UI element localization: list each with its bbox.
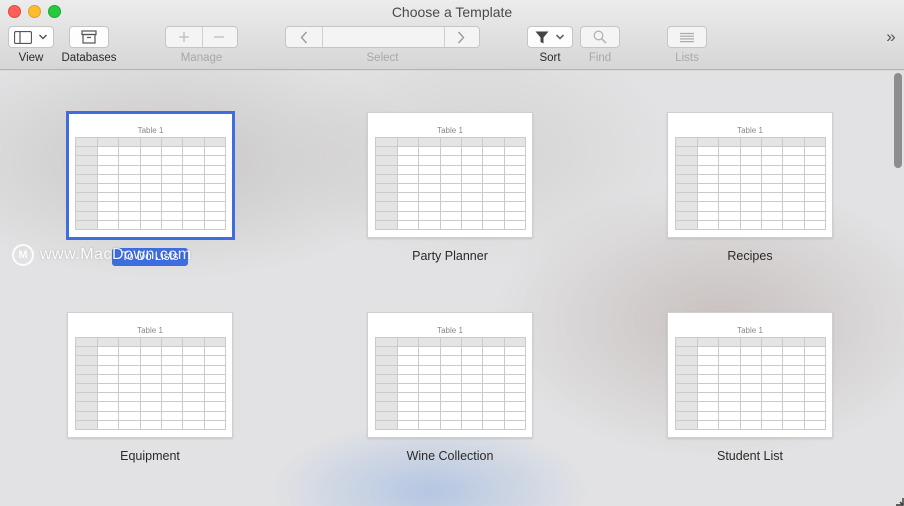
- list-icon: [680, 32, 694, 42]
- segment-divider: [444, 27, 445, 47]
- template-thumbnail[interactable]: Table 1: [67, 312, 233, 438]
- template-recipes[interactable]: Table 1 Recipes: [667, 112, 833, 263]
- add-button[interactable]: [166, 31, 202, 43]
- thumbnail-table-title: Table 1: [737, 126, 763, 135]
- thumbnail-table-grid: [675, 136, 827, 230]
- select-label: Select: [366, 52, 399, 64]
- chevron-left-icon: [300, 31, 307, 43]
- archive-box-icon: [81, 30, 97, 44]
- thumbnail-table-title: Table 1: [137, 326, 163, 335]
- databases-label: Databases: [61, 52, 117, 64]
- template-thumbnail[interactable]: Table 1: [367, 312, 533, 438]
- thumbnail-table-grid: [75, 136, 227, 230]
- thumbnail-table-title: Table 1: [137, 126, 164, 135]
- template-thumbnail[interactable]: Table 1: [667, 312, 833, 438]
- template-gallery: Table 1 To Do Lists Table 1 Party Planne…: [0, 71, 904, 506]
- view-label: View: [18, 52, 44, 64]
- title-bar: Choose a Template View Databases Manage …: [0, 0, 904, 70]
- view-button[interactable]: [8, 26, 54, 48]
- template-wine-collection[interactable]: Table 1 Wine Collection: [367, 312, 533, 463]
- vertical-scrollbar[interactable]: [894, 73, 902, 168]
- template-name-label: Wine Collection: [406, 449, 494, 463]
- sidebar-icon: [14, 30, 32, 44]
- minus-icon: [214, 36, 225, 38]
- thumbnail-table-title: Table 1: [437, 326, 463, 335]
- plus-icon: [178, 32, 189, 42]
- thumbnail-table-grid: [375, 136, 527, 230]
- window-title: Choose a Template: [391, 4, 513, 20]
- segment-divider: [202, 27, 203, 47]
- chevron-right-icon: [458, 31, 465, 43]
- find-button[interactable]: [580, 26, 620, 48]
- lists-label: Lists: [675, 52, 699, 64]
- template-name-label: Student List: [716, 449, 783, 463]
- template-thumbnail[interactable]: Table 1: [667, 112, 833, 238]
- watermark: M www.MacDown.com: [12, 244, 192, 266]
- template-thumbnail[interactable]: Table 1: [367, 112, 533, 238]
- next-button[interactable]: [443, 31, 479, 44]
- lists-button[interactable]: [667, 26, 707, 48]
- sort-label: Sort: [539, 52, 561, 64]
- resize-grip-icon[interactable]: [894, 496, 904, 506]
- previous-button[interactable]: [286, 31, 322, 44]
- template-to-do-lists[interactable]: Table 1 To Do Lists: [66, 111, 235, 266]
- template-name-label: Equipment: [120, 449, 180, 463]
- template-party-planner[interactable]: Table 1 Party Planner: [367, 112, 533, 263]
- select-segmented-control: [285, 26, 480, 48]
- funnel-icon: [535, 31, 549, 43]
- template-equipment[interactable]: Table 1 Equipment: [67, 312, 233, 463]
- segment-divider: [322, 27, 323, 47]
- template-name-label: Party Planner: [412, 249, 488, 263]
- remove-button[interactable]: [202, 31, 238, 43]
- sort-button[interactable]: [527, 26, 573, 48]
- template-student-list[interactable]: Table 1 Student List: [667, 312, 833, 463]
- chevron-down-icon: [555, 34, 565, 40]
- toolbar-overflow-button[interactable]: »: [882, 26, 900, 48]
- thumbnail-table-title: Table 1: [737, 326, 763, 335]
- databases-button[interactable]: [69, 26, 109, 48]
- template-thumbnail[interactable]: Table 1: [66, 111, 235, 240]
- watermark-text: www.MacDown.com: [40, 246, 192, 263]
- find-label: Find: [588, 52, 612, 64]
- thumbnail-table-grid: [675, 336, 827, 430]
- magnifier-icon: [593, 30, 607, 44]
- manage-label: Manage: [180, 52, 223, 64]
- manage-segmented-control: [165, 26, 238, 48]
- watermark-logo-icon: M: [12, 244, 34, 266]
- thumbnail-table-grid: [375, 336, 527, 430]
- chevron-down-icon: [38, 34, 48, 40]
- template-name-label: Recipes: [727, 249, 773, 263]
- thumbnail-table-grid: [75, 336, 227, 430]
- thumbnail-table-title: Table 1: [437, 126, 463, 135]
